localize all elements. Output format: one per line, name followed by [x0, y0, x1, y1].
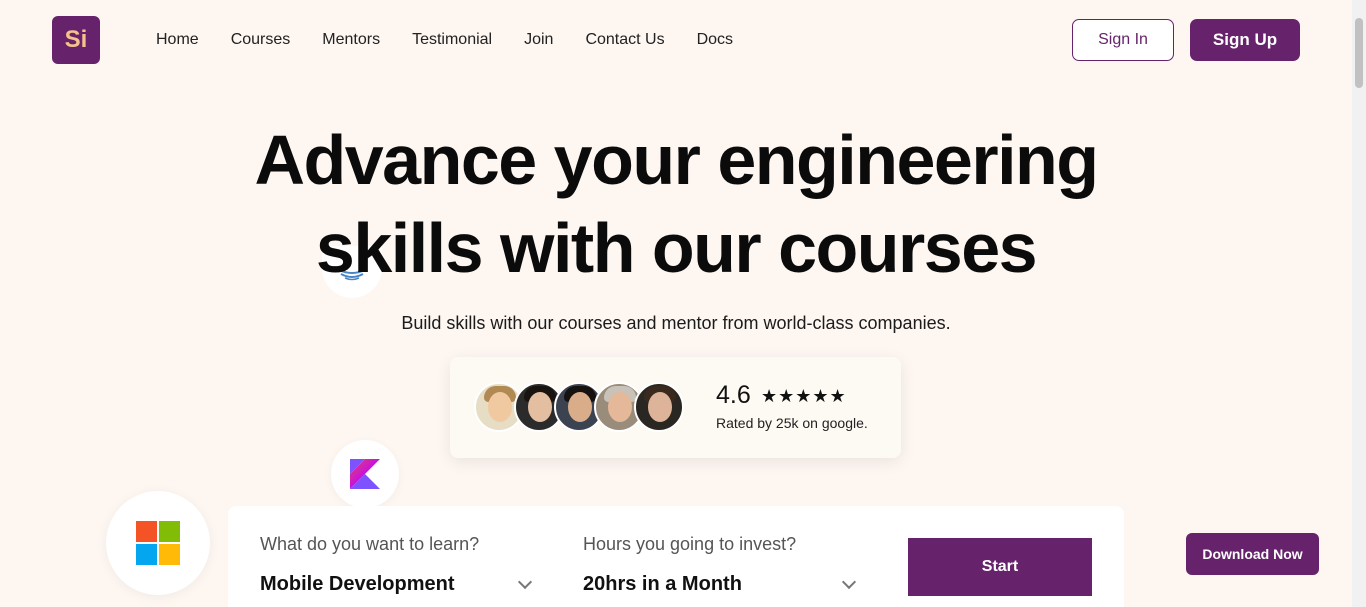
logo[interactable]: Si — [52, 16, 100, 64]
learn-select[interactable]: Mobile Development — [260, 573, 454, 596]
rating-stars: ★★★★★ — [761, 386, 847, 406]
chevron-down-icon[interactable] — [517, 574, 533, 590]
scrollbar-thumb[interactable] — [1355, 18, 1363, 88]
rating-value: 4.6 — [716, 381, 751, 409]
hero-title-line1: Advance your engineering — [254, 121, 1099, 199]
microsoft-icon — [106, 491, 210, 595]
sign-up-button[interactable]: Sign Up — [1190, 19, 1300, 61]
nav-item-join[interactable]: Join — [524, 31, 553, 49]
scrollbar[interactable] — [1352, 0, 1366, 607]
hero-subtitle: Build skills with our courses and mentor… — [401, 313, 951, 333]
kotlin-icon — [331, 440, 399, 508]
avatar-group — [474, 382, 684, 432]
course-search-panel: What do you want to learn? Mobile Develo… — [228, 506, 1124, 607]
hero-title: Advance your engineering skills with our… — [0, 116, 1352, 292]
hero-title-line2: skills with our courses — [315, 209, 1038, 287]
nav-item-contact-us[interactable]: Contact Us — [585, 31, 664, 49]
download-now-button[interactable]: Download Now — [1186, 533, 1319, 575]
hours-field-label: Hours you going to invest? — [583, 534, 797, 554]
chevron-down-icon[interactable] — [841, 574, 857, 590]
nav-item-home[interactable]: Home — [156, 31, 199, 49]
start-button[interactable]: Start — [908, 538, 1092, 596]
sign-in-button[interactable]: Sign In — [1072, 19, 1174, 61]
nav-item-docs[interactable]: Docs — [697, 31, 733, 49]
rating-card: 4.6 ★★★★★ Rated by 25k on google. — [450, 357, 901, 458]
avatar — [634, 382, 684, 432]
nav-item-mentors[interactable]: Mentors — [322, 31, 380, 49]
nav-item-courses[interactable]: Courses — [231, 31, 291, 49]
nav-item-testimonial[interactable]: Testimonial — [412, 31, 492, 49]
learn-field-label: What do you want to learn? — [260, 534, 480, 554]
rating-caption: Rated by 25k on google. — [716, 415, 868, 431]
main-nav: Home Courses Mentors Testimonial Join Co… — [156, 31, 765, 49]
hours-select[interactable]: 20hrs in a Month — [583, 573, 742, 596]
